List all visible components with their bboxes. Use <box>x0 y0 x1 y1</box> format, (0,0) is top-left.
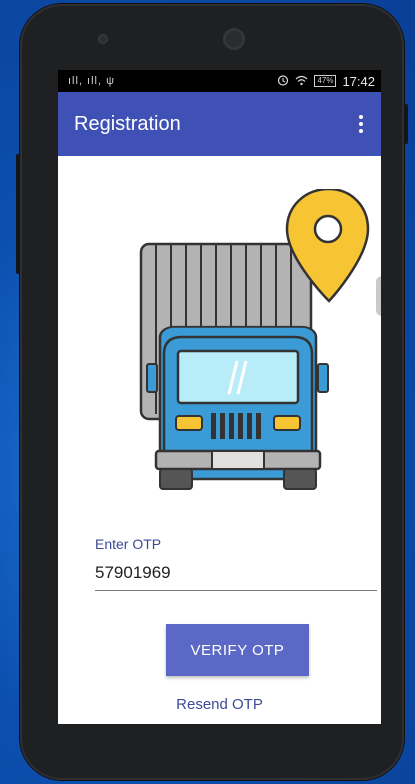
power-button <box>404 104 408 144</box>
floating-assistive-button[interactable] <box>376 276 381 316</box>
more-vert-icon[interactable] <box>355 111 367 137</box>
front-camera <box>223 28 245 50</box>
otp-input[interactable] <box>95 556 377 591</box>
sensor-dot <box>98 34 108 44</box>
volume-button <box>16 154 20 274</box>
phone-screen: ıll, ıll, ψ 47% 17:42 Registration Enter… <box>58 70 381 724</box>
battery-icon: 47% <box>314 75 337 87</box>
otp-label: Enter OTP <box>95 536 162 552</box>
alarm-icon <box>277 74 289 89</box>
phone-frame: ıll, ıll, ψ 47% 17:42 Registration Enter… <box>16 4 408 780</box>
signal-indicator: ıll, ıll, ψ <box>68 75 115 87</box>
wifi-icon <box>295 74 308 89</box>
registration-content: Enter OTP VERIFY OTP Resend OTP <box>58 156 381 724</box>
verify-otp-button[interactable]: VERIFY OTP <box>166 624 309 676</box>
app-bar: Registration <box>58 92 381 156</box>
resend-otp-link[interactable]: Resend OTP <box>58 696 381 713</box>
truck-illustration <box>139 189 370 490</box>
status-bar: ıll, ıll, ψ 47% 17:42 <box>58 70 381 92</box>
clock-time: 17:42 <box>342 73 375 89</box>
page-title: Registration <box>74 112 181 135</box>
